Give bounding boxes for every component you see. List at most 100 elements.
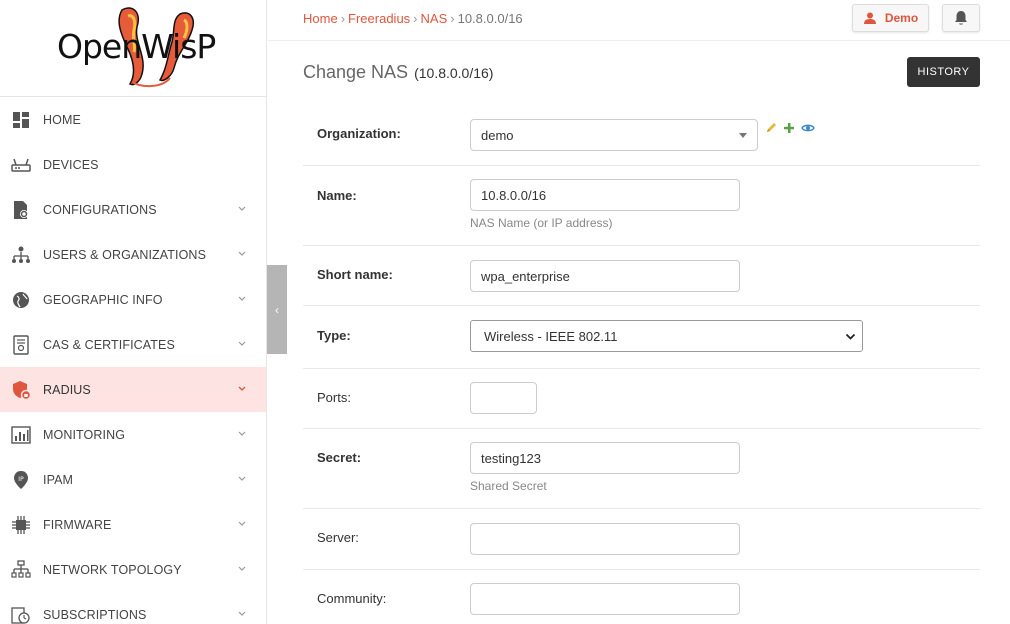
logo-text: OpenWisP bbox=[57, 27, 216, 66]
sidebar-item-label: GEOGRAPHIC INFO bbox=[43, 292, 163, 307]
secret-value: testing123 bbox=[481, 450, 541, 466]
sidebar-item-label: MONITORING bbox=[43, 427, 126, 442]
sidebar-item-configurations[interactable]: CONFIGURATIONS bbox=[0, 187, 266, 232]
sidebar-item-cas-certificates[interactable]: CAS & CERTIFICATES bbox=[0, 322, 266, 367]
shield-lock-icon bbox=[11, 380, 31, 400]
chevron-left-icon: ‹ bbox=[275, 302, 279, 317]
organization-select[interactable]: demo bbox=[470, 119, 758, 151]
secret-help: Shared Secret bbox=[470, 479, 547, 493]
openwisp-logo[interactable]: OpenWisP bbox=[0, 0, 266, 97]
chevron-down-icon bbox=[238, 431, 246, 436]
sidebar-item-geographic-info[interactable]: GEOGRAPHIC INFO bbox=[0, 277, 266, 322]
chevron-down-icon bbox=[845, 333, 856, 340]
user-menu-button[interactable]: Demo bbox=[852, 4, 929, 32]
globe-icon bbox=[11, 290, 31, 310]
name-label: Name: bbox=[317, 188, 357, 203]
sidebar-item-radius[interactable]: RADIUS bbox=[0, 367, 266, 412]
pencil-icon[interactable] bbox=[765, 122, 777, 134]
organization-label: Organization: bbox=[317, 126, 401, 141]
sidebar: OpenWisP HOME DEVICES CONFIGURATIONS USE… bbox=[0, 0, 267, 624]
ports-label: Ports: bbox=[317, 390, 351, 405]
chevron-down-icon bbox=[238, 476, 246, 481]
page-title: Change NAS (10.8.0.0/16) bbox=[303, 62, 493, 83]
sidebar-item-label: NETWORK TOPOLOGY bbox=[43, 562, 182, 577]
nas-change-form: Organization: demo Name: 10.8.0.0/16 NAS… bbox=[303, 104, 980, 624]
ports-input[interactable] bbox=[470, 382, 537, 414]
chevron-down-icon bbox=[238, 566, 246, 571]
sidebar-item-monitoring[interactable]: MONITORING bbox=[0, 412, 266, 457]
name-value: 10.8.0.0/16 bbox=[481, 187, 547, 203]
sidebar-item-users-organizations[interactable]: USERS & ORGANIZATIONS bbox=[0, 232, 266, 277]
sidebar-collapse-button[interactable]: ‹ bbox=[267, 265, 287, 354]
sidebar-item-home[interactable]: HOME bbox=[0, 97, 266, 142]
breadcrumb-nas[interactable]: NAS bbox=[421, 11, 448, 26]
name-help: NAS Name (or IP address) bbox=[470, 216, 613, 230]
type-select[interactable]: Wireless - IEEE 802.11 bbox=[470, 320, 863, 352]
notifications-button[interactable] bbox=[942, 4, 980, 32]
breadcrumb-freeradius[interactable]: Freeradius bbox=[348, 11, 410, 26]
router-icon bbox=[11, 155, 31, 175]
user-name: Demo bbox=[884, 11, 919, 25]
page-title-object: (10.8.0.0/16) bbox=[414, 65, 494, 81]
short-name-value: wpa_enterprise bbox=[481, 268, 570, 284]
eye-icon[interactable] bbox=[801, 123, 815, 133]
page-title-text: Change NAS bbox=[303, 62, 409, 82]
form-row-ports: Ports: bbox=[303, 369, 980, 429]
sidebar-item-label: DEVICES bbox=[43, 157, 99, 172]
chevron-down-icon bbox=[238, 521, 246, 526]
sidebar-item-label: RADIUS bbox=[43, 382, 91, 397]
sidebar-item-subscriptions[interactable]: SUBSCRIPTIONS bbox=[0, 592, 266, 624]
short-name-label: Short name: bbox=[317, 267, 393, 282]
org-tree-icon bbox=[11, 245, 31, 265]
type-label: Type: bbox=[317, 328, 351, 343]
sidebar-item-ipam[interactable]: IP IPAM bbox=[0, 457, 266, 502]
file-gear-icon bbox=[11, 200, 31, 220]
form-row-type: Type: Wireless - IEEE 802.11 bbox=[303, 306, 980, 369]
secret-label: Secret: bbox=[317, 450, 362, 465]
user-icon bbox=[863, 12, 876, 24]
breadcrumb-separator: › bbox=[413, 11, 418, 26]
community-label: Community: bbox=[317, 591, 387, 606]
sidebar-item-label: CONFIGURATIONS bbox=[43, 202, 157, 217]
plus-icon[interactable] bbox=[783, 122, 795, 134]
form-row-secret: Secret: testing123 Shared Secret bbox=[303, 429, 980, 509]
sidebar-item-label: FIRMWARE bbox=[43, 517, 112, 532]
chevron-down-icon bbox=[238, 206, 246, 211]
organization-actions bbox=[765, 122, 815, 134]
chevron-down-icon bbox=[238, 251, 246, 256]
chevron-down-icon bbox=[238, 386, 246, 391]
breadcrumb-separator: › bbox=[450, 11, 455, 26]
sidebar-item-network-topology[interactable]: NETWORK TOPOLOGY bbox=[0, 547, 266, 592]
sidebar-item-label: IPAM bbox=[43, 472, 74, 487]
sidebar-item-label: HOME bbox=[43, 112, 81, 127]
bell-clock-icon bbox=[11, 605, 31, 624]
secret-input[interactable]: testing123 bbox=[470, 442, 740, 474]
sidebar-nav: HOME DEVICES CONFIGURATIONS USERS & ORGA… bbox=[0, 97, 266, 624]
bell-icon bbox=[955, 11, 967, 25]
chip-icon bbox=[11, 515, 31, 535]
history-button[interactable]: HISTORY bbox=[907, 57, 980, 87]
organization-value: demo bbox=[481, 127, 514, 143]
home-icon bbox=[11, 110, 31, 130]
server-input[interactable] bbox=[470, 523, 740, 555]
chevron-down-icon bbox=[238, 611, 246, 616]
sidebar-item-label: CAS & CERTIFICATES bbox=[43, 337, 175, 352]
svg-text:IP: IP bbox=[18, 476, 24, 483]
top-bar: Home › Freeradius › NAS › 10.8.0.0/16 Demo bbox=[268, 0, 1010, 41]
form-row-community: Community: bbox=[303, 570, 980, 624]
sidebar-item-firmware[interactable]: FIRMWARE bbox=[0, 502, 266, 547]
type-value: Wireless - IEEE 802.11 bbox=[484, 328, 618, 344]
chevron-down-icon bbox=[238, 341, 246, 346]
sidebar-item-label: USERS & ORGANIZATIONS bbox=[43, 247, 207, 262]
short-name-input[interactable]: wpa_enterprise bbox=[470, 260, 740, 292]
breadcrumb: Home › Freeradius › NAS › 10.8.0.0/16 bbox=[303, 11, 523, 26]
form-row-short-name: Short name: wpa_enterprise bbox=[303, 246, 980, 306]
location-pin-icon: IP bbox=[11, 470, 31, 490]
sidebar-item-devices[interactable]: DEVICES bbox=[0, 142, 266, 187]
name-input[interactable]: 10.8.0.0/16 bbox=[470, 179, 740, 211]
caret-down-icon bbox=[739, 133, 747, 138]
bar-chart-icon bbox=[11, 425, 31, 445]
breadcrumb-home[interactable]: Home bbox=[303, 11, 338, 26]
community-input[interactable] bbox=[470, 583, 740, 615]
certificate-icon bbox=[11, 334, 31, 355]
